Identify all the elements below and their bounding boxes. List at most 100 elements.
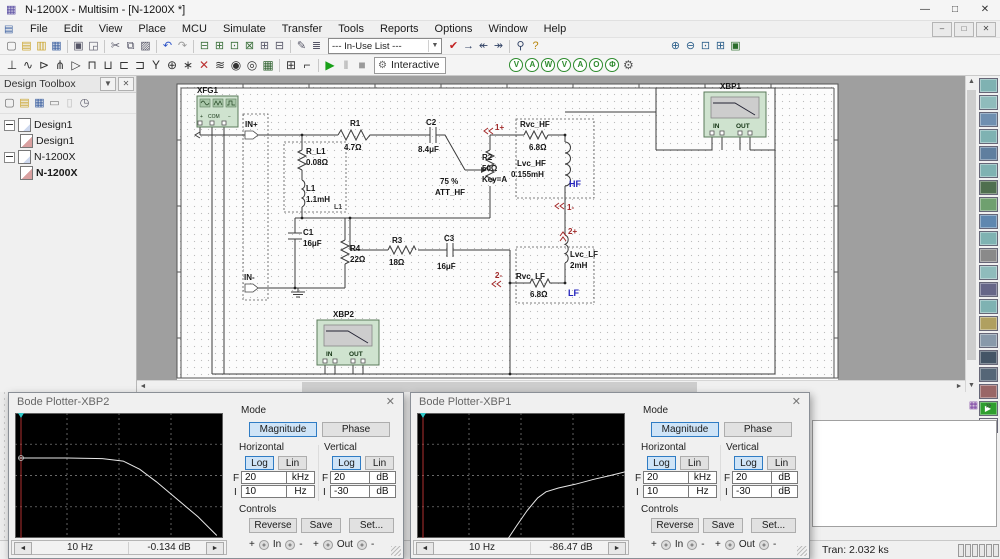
- chevron-down-icon[interactable]: ▼: [428, 40, 441, 52]
- tektronix-oscilloscope-icon[interactable]: [979, 367, 998, 382]
- place-source-icon[interactable]: ⊥: [4, 57, 20, 74]
- menu-help[interactable]: Help: [536, 21, 575, 37]
- cut-icon[interactable]: ✂: [108, 39, 123, 54]
- pause-simulation-icon[interactable]: ‖: [338, 57, 354, 74]
- menu-tools[interactable]: Tools: [330, 21, 372, 37]
- open-file-icon[interactable]: ▤: [19, 39, 34, 54]
- function-generator-icon[interactable]: [979, 95, 998, 110]
- resize-grip[interactable]: [391, 546, 401, 556]
- menu-file[interactable]: File: [22, 21, 56, 37]
- place-basic-icon[interactable]: ∿: [20, 57, 36, 74]
- horizontal-initial-field[interactable]: 10: [643, 485, 689, 498]
- save-icon[interactable]: ▦: [49, 39, 64, 54]
- menu-window[interactable]: Window: [480, 21, 535, 37]
- horizontal-final-field[interactable]: 20: [643, 471, 689, 484]
- horizontal-lin-button[interactable]: Lin: [278, 456, 307, 470]
- place-connector-icon[interactable]: ◎: [244, 57, 260, 74]
- horizontal-final-field[interactable]: 20: [241, 471, 287, 484]
- dock-chevron-icon[interactable]: »: [981, 398, 996, 413]
- place-mixed-icon[interactable]: ⊐: [132, 57, 148, 74]
- erc-check-icon[interactable]: ✔: [446, 39, 461, 54]
- cursor-right-icon[interactable]: ►: [608, 542, 626, 555]
- magnitude-button[interactable]: Magnitude: [651, 422, 719, 437]
- set-button[interactable]: Set...: [751, 518, 796, 533]
- close-icon[interactable]: ✕: [386, 395, 395, 408]
- save-button[interactable]: Save: [703, 518, 743, 533]
- word-generator-icon[interactable]: [979, 197, 998, 212]
- new-file-icon[interactable]: ▢: [4, 39, 19, 54]
- vertical-initial-field[interactable]: -30: [732, 485, 772, 498]
- place-ttl-icon[interactable]: ⊓: [84, 57, 100, 74]
- rename-page-icon[interactable]: ▭: [47, 96, 62, 111]
- collapse-icon[interactable]: [4, 120, 15, 131]
- redo-icon[interactable]: ↷: [175, 39, 190, 54]
- run-simulation-icon[interactable]: ▶: [322, 57, 338, 74]
- restore-child-icon[interactable]: □: [954, 22, 974, 37]
- delete-page-icon[interactable]: ▯: [62, 96, 77, 111]
- current-reference-probe-icon[interactable]: A: [573, 58, 587, 72]
- current-clamp-icon[interactable]: [979, 384, 998, 399]
- place-misc-icon[interactable]: ∗: [180, 57, 196, 74]
- cursor-left-icon[interactable]: ◄: [14, 542, 32, 555]
- four-channel-oscilloscope-icon[interactable]: [979, 146, 998, 161]
- scroll-down-icon[interactable]: ▼: [966, 380, 977, 392]
- stop-simulation-icon[interactable]: ■: [354, 57, 370, 74]
- recent-designs-icon[interactable]: ◷: [77, 96, 92, 111]
- phasor-probe-icon[interactable]: Φ: [605, 58, 619, 72]
- horizontal-log-button[interactable]: Log: [245, 456, 274, 470]
- print-icon[interactable]: ▣: [71, 39, 86, 54]
- agilent-multimeter-icon[interactable]: [979, 333, 998, 348]
- undo-icon[interactable]: ↶: [160, 39, 175, 54]
- save-button[interactable]: Save: [301, 518, 341, 533]
- pin-panel-icon[interactable]: ▼: [100, 77, 116, 91]
- current-probe-icon[interactable]: A: [525, 58, 539, 72]
- agilent-function-generator-icon[interactable]: [979, 316, 998, 331]
- find-icon[interactable]: ⚲: [513, 39, 528, 54]
- digital-multimeter-icon[interactable]: [979, 78, 998, 93]
- place-bus-icon[interactable]: ⌐: [299, 57, 315, 74]
- agilent-oscilloscope-icon[interactable]: [979, 350, 998, 365]
- horizontal-initial-field[interactable]: 10: [241, 485, 287, 498]
- probe-1-plus[interactable]: 1+: [484, 123, 504, 134]
- component-r2-potentiometer[interactable]: R2 50Ω Key=A 75 % ATT_HF: [435, 150, 507, 197]
- database-toggle-icon[interactable]: ⊡: [227, 39, 242, 54]
- help-icon[interactable]: ?: [528, 39, 543, 54]
- vertical-final-field[interactable]: 20: [330, 471, 370, 484]
- horizontal-log-button[interactable]: Log: [647, 456, 676, 470]
- reverse-button[interactable]: Reverse: [651, 518, 699, 533]
- component-l1[interactable]: L1 1.1mH: [302, 180, 330, 207]
- save-design-icon[interactable]: ▦: [32, 96, 47, 111]
- parent-sheet-icon[interactable]: ⊟: [272, 39, 287, 54]
- close-child-icon[interactable]: ✕: [976, 22, 996, 37]
- digital-probe-icon[interactable]: O: [589, 58, 603, 72]
- place-electromech-icon[interactable]: ◉: [228, 57, 244, 74]
- zoom-area-icon[interactable]: ⊡: [698, 39, 713, 54]
- place-power-icon[interactable]: ⊕: [164, 57, 180, 74]
- component-r-l1[interactable]: R_L1 0.08Ω: [298, 147, 329, 170]
- menu-mcu[interactable]: MCU: [174, 21, 215, 37]
- spreadsheet-toggle-icon[interactable]: ⊞: [212, 39, 227, 54]
- menu-view[interactable]: View: [91, 21, 131, 37]
- component-r4[interactable]: R4 22Ω: [341, 240, 366, 264]
- vertical-scrollbar[interactable]: ▲ ▼: [965, 76, 977, 392]
- hscroll-thumb[interactable]: [302, 382, 697, 392]
- power-probe-icon[interactable]: W: [541, 58, 555, 72]
- collapse-icon[interactable]: [4, 152, 15, 163]
- instrument-xbp1[interactable]: IN OUT XBP1: [704, 82, 766, 137]
- vertical-initial-field[interactable]: -30: [330, 485, 370, 498]
- place-diode-icon[interactable]: ⊳: [36, 57, 52, 74]
- vertical-final-field[interactable]: 20: [732, 471, 772, 484]
- resize-grip[interactable]: [797, 546, 807, 556]
- scroll-up-icon[interactable]: ▲: [966, 76, 977, 88]
- cursor-left-icon[interactable]: ◄: [416, 542, 434, 555]
- probe-2-plus[interactable]: 2+: [560, 227, 577, 241]
- tree-node-design1[interactable]: Design1: [4, 117, 136, 133]
- paste-icon[interactable]: ▨: [138, 39, 153, 54]
- new-design-icon[interactable]: ▢: [2, 96, 17, 111]
- spectrum-analyzer-icon[interactable]: [979, 282, 998, 297]
- oscilloscope-icon[interactable]: [979, 129, 998, 144]
- schematic-canvas[interactable]: R1 4.7Ω C2 8.4μF R2 50Ω Key=A 75 % ATT_H…: [137, 76, 965, 380]
- cursor-handle-icon[interactable]: [420, 413, 426, 418]
- voltage-reference-probe-icon[interactable]: V: [557, 58, 571, 72]
- place-indicator-icon[interactable]: Y: [148, 57, 164, 74]
